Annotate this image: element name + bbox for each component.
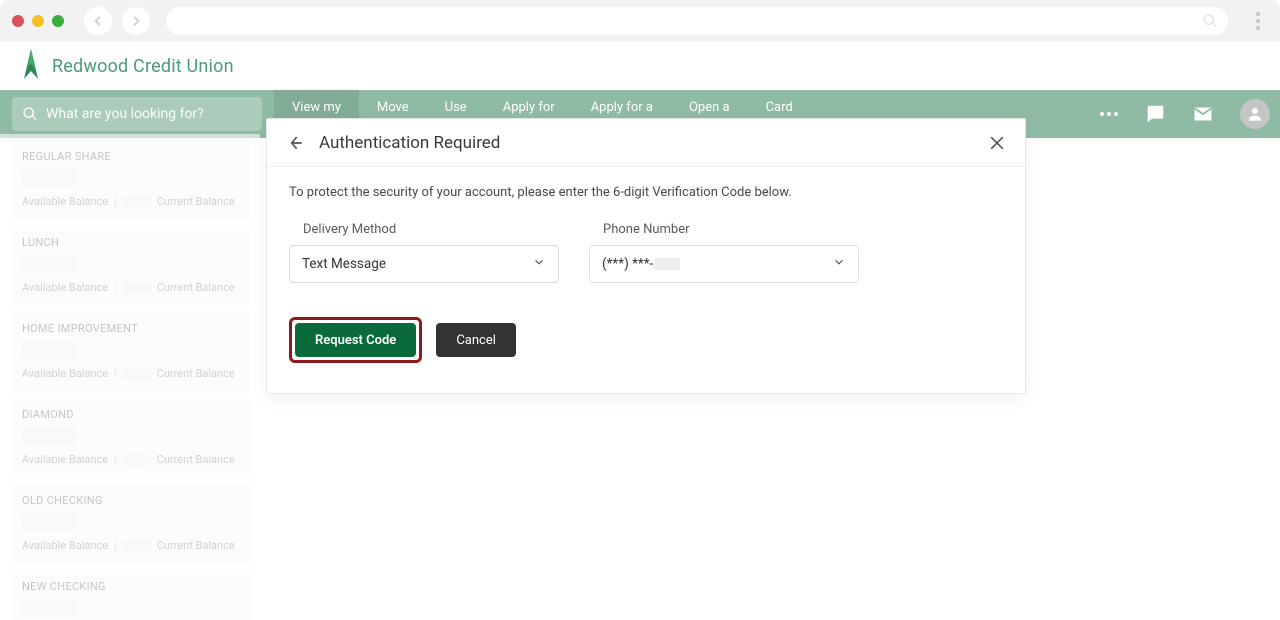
delivery-method-select[interactable]: Text Message bbox=[289, 245, 559, 283]
redacted-phone-suffix bbox=[654, 258, 680, 270]
account-balance-line: Available Balance|Current Balance bbox=[22, 367, 238, 380]
redacted-amount bbox=[22, 169, 77, 187]
account-card[interactable]: HOME IMPROVEMENT Available Balance|Curre… bbox=[10, 312, 250, 392]
accounts-sidebar: REGULAR SHARE Available Balance|Current … bbox=[0, 134, 260, 620]
redacted-amount bbox=[22, 599, 77, 617]
account-title: OLD CHECKING bbox=[22, 494, 238, 507]
browser-menu-button[interactable] bbox=[1248, 12, 1268, 30]
phone-number-value: (***) ***- bbox=[602, 256, 653, 272]
delivery-method-label: Delivery Method bbox=[289, 222, 559, 237]
chevron-down-icon bbox=[832, 255, 846, 273]
modal-close-button[interactable] bbox=[987, 133, 1007, 153]
redacted-amount bbox=[22, 427, 77, 445]
profile-avatar[interactable] bbox=[1240, 99, 1270, 129]
auth-modal: Authentication Required To protect the s… bbox=[266, 118, 1026, 394]
redacted-amount bbox=[22, 513, 77, 531]
account-card[interactable]: OLD CHECKING Available Balance|Current B… bbox=[10, 484, 250, 564]
nav-more-button[interactable] bbox=[1100, 112, 1118, 116]
account-balance-line: Available Balance|Current Balance bbox=[22, 453, 238, 466]
window-close-icon[interactable] bbox=[12, 15, 24, 27]
chat-icon[interactable] bbox=[1144, 103, 1166, 125]
browser-forward-button[interactable] bbox=[122, 7, 150, 35]
account-title: NEW CHECKING bbox=[22, 580, 238, 593]
phone-number-label: Phone Number bbox=[589, 222, 859, 237]
close-icon bbox=[987, 133, 1007, 153]
chevron-down-icon bbox=[532, 255, 546, 273]
account-card[interactable]: REGULAR SHARE Available Balance|Current … bbox=[10, 140, 250, 220]
window-zoom-icon[interactable] bbox=[52, 15, 64, 27]
account-card[interactable]: LUNCH Available Balance|Current Balance bbox=[10, 226, 250, 306]
account-card[interactable]: DIAMOND Available Balance|Current Balanc… bbox=[10, 398, 250, 478]
account-title: LUNCH bbox=[22, 236, 238, 249]
window-minimize-icon[interactable] bbox=[32, 15, 44, 27]
phone-number-select[interactable]: (***) ***- bbox=[589, 245, 859, 283]
nav-search[interactable] bbox=[12, 97, 262, 131]
account-balance-line: Available Balance|Current Balance bbox=[22, 195, 238, 208]
logo-icon bbox=[20, 49, 42, 83]
cancel-button[interactable]: Cancel bbox=[436, 323, 516, 357]
browser-back-button[interactable] bbox=[84, 7, 112, 35]
person-icon bbox=[1246, 105, 1264, 123]
address-bar[interactable] bbox=[166, 7, 1228, 35]
account-card[interactable]: NEW CHECKING Available Balance|Current B… bbox=[10, 570, 250, 620]
brand-header: Redwood Credit Union bbox=[0, 42, 1280, 90]
brand-logo[interactable]: Redwood Credit Union bbox=[20, 49, 234, 83]
modal-header: Authentication Required bbox=[267, 119, 1025, 167]
account-title: HOME IMPROVEMENT bbox=[22, 322, 238, 335]
search-icon bbox=[22, 106, 38, 122]
account-title: DIAMOND bbox=[22, 408, 238, 421]
redacted-amount bbox=[22, 255, 77, 273]
mail-icon[interactable] bbox=[1192, 103, 1214, 125]
browser-chrome bbox=[0, 0, 1280, 42]
nav-search-input[interactable] bbox=[46, 106, 252, 122]
account-balance-line: Available Balance|Current Balance bbox=[22, 539, 238, 552]
modal-title: Authentication Required bbox=[319, 133, 500, 153]
search-icon bbox=[1202, 13, 1218, 29]
modal-back-button[interactable] bbox=[285, 133, 305, 153]
modal-description: To protect the security of your account,… bbox=[289, 185, 1003, 200]
request-code-highlight: Request Code bbox=[289, 317, 422, 363]
brand-name: Redwood Credit Union bbox=[52, 56, 234, 77]
delivery-method-value: Text Message bbox=[302, 256, 386, 272]
account-title: REGULAR SHARE bbox=[22, 150, 238, 163]
account-balance-line: Available Balance|Current Balance bbox=[22, 281, 238, 294]
request-code-button[interactable]: Request Code bbox=[295, 323, 416, 357]
redacted-amount bbox=[22, 341, 77, 359]
window-controls bbox=[12, 15, 64, 27]
